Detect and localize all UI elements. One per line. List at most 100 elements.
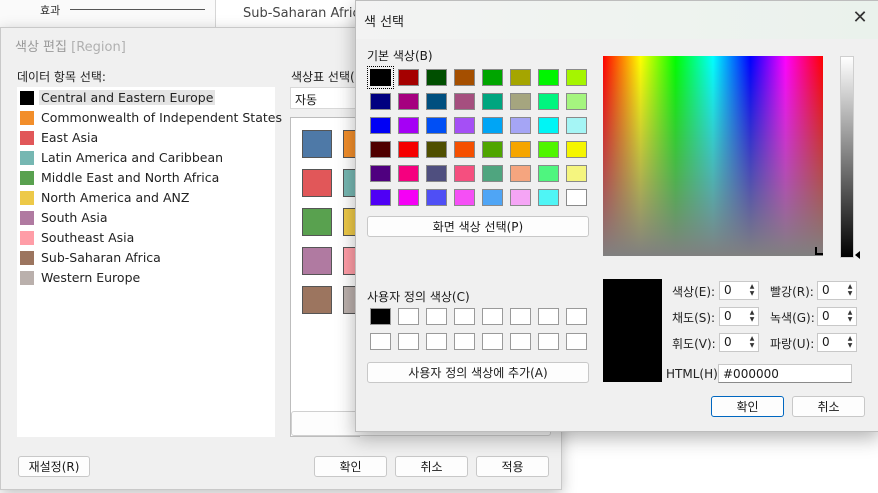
basic-color-swatch[interactable] xyxy=(538,93,559,110)
custom-color-swatch[interactable] xyxy=(426,308,447,325)
basic-color-swatch[interactable] xyxy=(510,69,531,86)
basic-color-swatch[interactable] xyxy=(426,117,447,134)
spinner-arrows-icon[interactable]: ▲ ▼ xyxy=(747,335,757,350)
basic-color-swatch[interactable] xyxy=(566,117,587,134)
basic-color-swatch[interactable] xyxy=(426,165,447,182)
green-spinner[interactable]: 0 ▲ ▼ xyxy=(817,307,857,326)
palette-swatch[interactable] xyxy=(302,286,332,314)
basic-color-swatch[interactable] xyxy=(370,189,391,206)
list-item[interactable]: Southeast Asia xyxy=(17,229,275,247)
basic-color-swatch[interactable] xyxy=(454,69,475,86)
basic-color-swatch[interactable] xyxy=(566,69,587,86)
custom-color-swatch[interactable] xyxy=(454,333,475,350)
basic-color-swatch[interactable] xyxy=(398,69,419,86)
basic-color-swatch[interactable] xyxy=(566,189,587,206)
custom-color-swatch[interactable] xyxy=(482,308,503,325)
basic-color-swatch[interactable] xyxy=(482,117,503,134)
list-item[interactable]: Central and Eastern Europe xyxy=(17,89,275,107)
basic-color-swatch[interactable] xyxy=(482,93,503,110)
luminance-spinner[interactable]: 0 ▲ ▼ xyxy=(719,333,759,352)
basic-color-swatch[interactable] xyxy=(510,189,531,206)
basic-color-swatch[interactable] xyxy=(426,93,447,110)
spinner-arrows-icon[interactable]: ▲ ▼ xyxy=(845,283,855,298)
luminance-arrow-icon[interactable] xyxy=(855,251,860,259)
custom-color-swatch[interactable] xyxy=(566,333,587,350)
red-spinner[interactable]: 0 ▲ ▼ xyxy=(817,281,857,300)
color-cancel-button[interactable]: 취소 xyxy=(792,396,865,417)
basic-color-swatch[interactable] xyxy=(426,69,447,86)
custom-color-swatch[interactable] xyxy=(426,333,447,350)
custom-color-swatch[interactable] xyxy=(398,333,419,350)
basic-color-swatch[interactable] xyxy=(538,189,559,206)
custom-color-swatch[interactable] xyxy=(510,308,531,325)
basic-color-swatch[interactable] xyxy=(398,165,419,182)
html-color-input[interactable]: #000000 xyxy=(718,364,852,383)
basic-color-swatch[interactable] xyxy=(426,141,447,158)
custom-color-swatch[interactable] xyxy=(510,333,531,350)
list-item[interactable]: Middle East and North Africa xyxy=(17,169,275,187)
basic-color-swatch[interactable] xyxy=(482,141,503,158)
hue-spinner[interactable]: 0 ▲ ▼ xyxy=(719,281,759,300)
reset-button[interactable]: 재설정(R) xyxy=(18,456,90,477)
list-item[interactable]: Western Europe xyxy=(17,269,275,287)
spinner-arrows-icon[interactable]: ▲ ▼ xyxy=(747,283,757,298)
list-item[interactable]: East Asia xyxy=(17,129,275,147)
add-custom-color-button[interactable]: 사용자 정의 색상에 추가(A) xyxy=(367,362,589,383)
basic-color-swatch[interactable] xyxy=(398,93,419,110)
close-icon[interactable]: ✕ xyxy=(851,9,869,27)
basic-color-swatch[interactable] xyxy=(370,117,391,134)
basic-color-swatch[interactable] xyxy=(538,69,559,86)
basic-color-swatch[interactable] xyxy=(510,93,531,110)
basic-color-swatch[interactable] xyxy=(538,141,559,158)
basic-color-swatch[interactable] xyxy=(398,117,419,134)
palette-swatch[interactable] xyxy=(302,130,332,158)
color-spectrum[interactable] xyxy=(603,56,823,256)
basic-color-swatch[interactable] xyxy=(367,66,394,89)
custom-color-swatch[interactable] xyxy=(538,308,559,325)
list-item[interactable]: Latin America and Caribbean xyxy=(17,149,275,167)
basic-color-swatch[interactable] xyxy=(370,141,391,158)
basic-color-swatch[interactable] xyxy=(454,165,475,182)
list-item[interactable]: North America and ANZ xyxy=(17,189,275,207)
custom-color-swatch[interactable] xyxy=(370,333,391,350)
basic-color-swatch[interactable] xyxy=(566,165,587,182)
ok-button[interactable]: 확인 xyxy=(314,456,387,477)
basic-color-swatch[interactable] xyxy=(510,141,531,158)
data-item-list[interactable]: Central and Eastern Europe Commonwealth … xyxy=(17,87,282,437)
basic-color-swatch[interactable] xyxy=(566,141,587,158)
basic-color-swatch[interactable] xyxy=(482,189,503,206)
basic-color-swatch[interactable] xyxy=(538,165,559,182)
basic-color-swatch[interactable] xyxy=(454,93,475,110)
custom-color-swatch[interactable] xyxy=(454,308,475,325)
list-item[interactable]: Commonwealth of Independent States xyxy=(17,109,282,127)
spinner-arrows-icon[interactable]: ▲ ▼ xyxy=(845,309,855,324)
basic-color-swatch[interactable] xyxy=(370,165,391,182)
luminance-slider[interactable] xyxy=(840,56,854,258)
spinner-arrows-icon[interactable]: ▲ ▼ xyxy=(747,309,757,324)
list-item[interactable]: South Asia xyxy=(17,209,275,227)
basic-color-swatch[interactable] xyxy=(454,141,475,158)
custom-color-swatch[interactable] xyxy=(566,308,587,325)
basic-color-swatch[interactable] xyxy=(566,93,587,110)
basic-color-swatch[interactable] xyxy=(398,189,419,206)
custom-color-swatch[interactable] xyxy=(482,333,503,350)
custom-color-swatch[interactable] xyxy=(370,308,391,325)
custom-color-swatch[interactable] xyxy=(538,333,559,350)
basic-color-swatch[interactable] xyxy=(538,117,559,134)
basic-color-swatch[interactable] xyxy=(510,165,531,182)
basic-color-swatch[interactable] xyxy=(454,117,475,134)
palette-dropdown[interactable]: 자동 xyxy=(290,87,360,109)
list-item[interactable]: Sub-Saharan Africa xyxy=(17,249,275,267)
basic-color-swatch[interactable] xyxy=(370,93,391,110)
spinner-arrows-icon[interactable]: ▲ ▼ xyxy=(845,335,855,350)
basic-color-swatch[interactable] xyxy=(454,189,475,206)
basic-color-swatch[interactable] xyxy=(482,165,503,182)
palette-swatch[interactable] xyxy=(302,247,332,275)
basic-color-swatch[interactable] xyxy=(482,69,503,86)
color-ok-button[interactable]: 확인 xyxy=(711,396,784,417)
blue-spinner[interactable]: 0 ▲ ▼ xyxy=(817,333,857,352)
basic-color-swatch[interactable] xyxy=(398,141,419,158)
saturation-spinner[interactable]: 0 ▲ ▼ xyxy=(719,307,759,326)
palette-swatch[interactable] xyxy=(302,169,332,197)
palette-swatch[interactable] xyxy=(302,208,332,236)
